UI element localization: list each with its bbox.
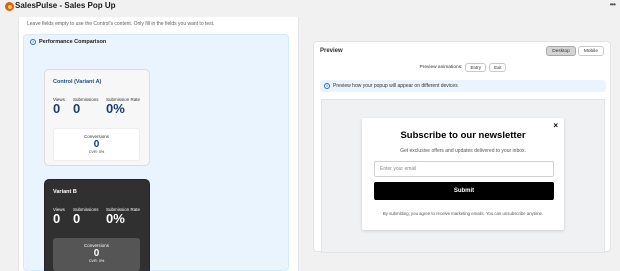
- performance-header: i Performance Comparison: [30, 39, 106, 45]
- variant-stat-submission-rate: Submission Rate 0%: [106, 207, 140, 226]
- performance-comparison: i Performance Comparison Control (Varian…: [23, 34, 289, 271]
- animations-label: Preview animations:: [419, 65, 463, 70]
- popup-disclaimer: By submitting, you agree to receive mark…: [382, 211, 544, 216]
- hint-text: Leave fields empty to use the Control's …: [27, 21, 215, 27]
- popup-subtitle: Get exclusive offers and updates deliver…: [400, 148, 526, 154]
- app-title: SalesPulse - Sales Pop Up: [15, 1, 116, 10]
- preview-info-banner: i Preview how your popup will appear on …: [320, 80, 606, 92]
- preview-panel: Preview Desktop Mobile Preview animation…: [313, 41, 612, 253]
- stat-value: 0: [73, 101, 81, 116]
- variant-conversions: Conversions 0 CVR: 0%: [53, 238, 140, 271]
- preview-stage: × Subscribe to our newsletter Get exclus…: [321, 99, 605, 253]
- variant-stat-submissions: Submissions 0: [73, 207, 99, 226]
- desktop-button[interactable]: Desktop: [546, 46, 576, 56]
- info-icon: i: [30, 39, 36, 45]
- stat-value: 0%: [106, 211, 125, 226]
- variant-card-title: Variant B: [53, 189, 77, 195]
- app-logo-icon: [5, 2, 14, 11]
- control-stat-views: Views 0: [53, 97, 65, 116]
- more-horizontal-icon[interactable]: •••: [610, 0, 616, 9]
- submit-button[interactable]: Submit: [374, 182, 554, 200]
- conversions-value: 0: [93, 139, 100, 150]
- animation-controls: Preview animations: Entry Exit: [314, 63, 612, 72]
- device-toggle: Desktop Mobile: [546, 46, 604, 56]
- popup-title: Subscribe to our newsletter: [400, 130, 526, 141]
- variant-settings-panel: Leave fields empty to use the Control's …: [18, 17, 299, 271]
- info-icon: i: [324, 83, 330, 89]
- entry-animation-button[interactable]: Entry: [465, 63, 486, 72]
- control-stat-submission-rate: Submission Rate 0%: [106, 97, 140, 116]
- variant-stat-views: Views 0: [53, 207, 65, 226]
- close-icon[interactable]: ×: [553, 122, 558, 130]
- stat-value: 0: [53, 211, 61, 226]
- exit-animation-button[interactable]: Exit: [488, 63, 507, 72]
- conversions-value: 0: [93, 248, 100, 259]
- control-card-title: Control (Variant A): [53, 79, 102, 85]
- cvr-value: CVR: 0%: [88, 259, 105, 263]
- email-field[interactable]: [374, 161, 554, 177]
- banner-text: Preview how your popup will appear on di…: [333, 83, 458, 89]
- performance-title: Performance Comparison: [39, 39, 107, 45]
- cvr-value: CVR: 0%: [88, 150, 105, 154]
- stat-value: 0: [53, 101, 61, 116]
- mobile-button[interactable]: Mobile: [577, 46, 604, 56]
- newsletter-popup: × Subscribe to our newsletter Get exclus…: [362, 118, 564, 230]
- variant-b-card: Variant B Views 0 Submissions 0 Submissi…: [44, 179, 150, 271]
- stat-value: 0: [73, 211, 81, 226]
- title-bar: SalesPulse - Sales Pop Up •••: [0, 0, 620, 13]
- control-stat-submissions: Submissions 0: [73, 97, 99, 116]
- control-card: Control (Variant A) Views 0 Submissions …: [44, 69, 150, 166]
- stat-value: 0%: [106, 101, 125, 116]
- preview-title: Preview: [320, 48, 343, 54]
- control-conversions: Conversions 0 CVR: 0%: [53, 128, 140, 161]
